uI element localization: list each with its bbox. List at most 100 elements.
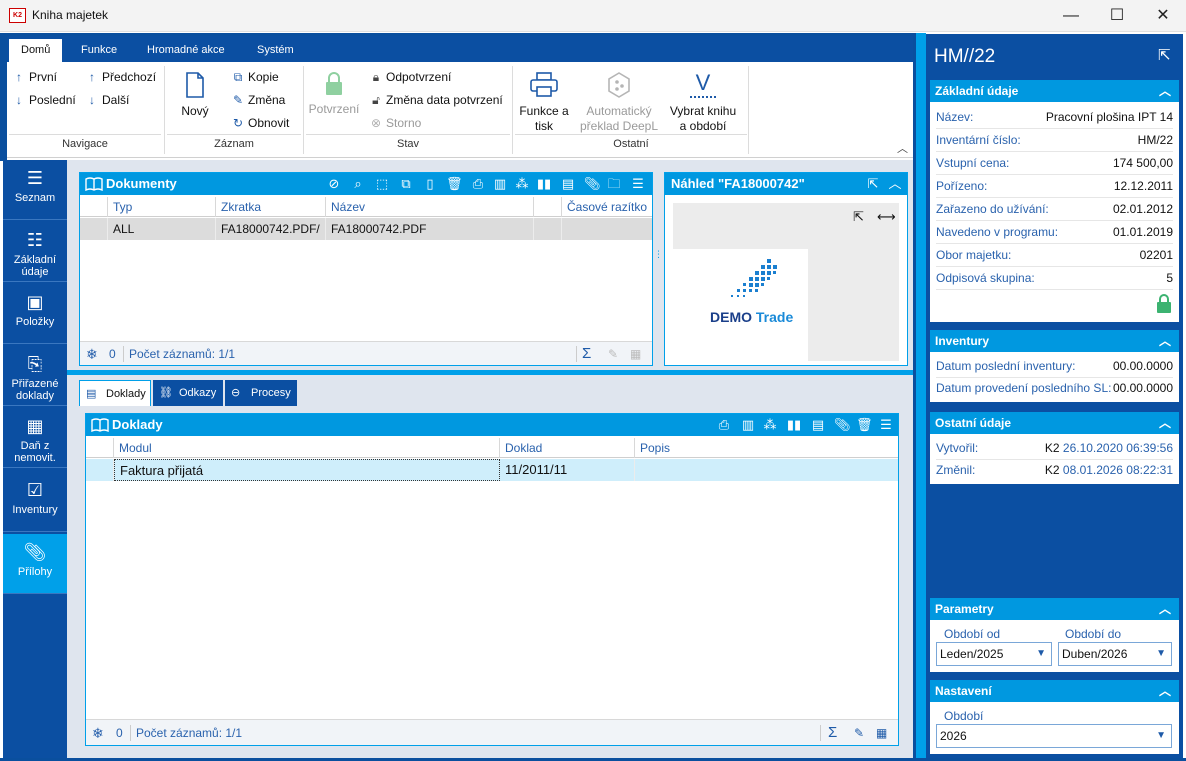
kopie-button[interactable]: ⧉ Kopie xyxy=(231,70,279,85)
splitter-horizontal[interactable] xyxy=(67,370,913,375)
collapse-ribbon-icon[interactable]: ︿ xyxy=(897,140,908,156)
funkce-a-tisk-button[interactable]: Funkce a tisk xyxy=(515,72,573,134)
tab-domu[interactable]: Domů xyxy=(9,39,63,62)
search-document-icon[interactable]: ⌕ xyxy=(350,176,366,192)
open-external-icon[interactable]: ⇱ xyxy=(853,209,864,225)
printer-icon[interactable]: ⎙ xyxy=(470,176,486,192)
paperclip-icon[interactable]: 📎︎ xyxy=(834,417,851,433)
pencil-icon[interactable]: ✎ xyxy=(854,720,864,746)
sidebar-item-prilohy[interactable]: 📎︎ Přílohy xyxy=(3,534,67,594)
dalsi-button[interactable]: ↓ Další xyxy=(85,93,129,107)
obdobi-do-select[interactable]: Duben/2026 ▼ xyxy=(1058,642,1172,666)
table-row[interactable]: Faktura přijatá 11/2011/11 xyxy=(86,459,898,481)
hierarchy-icon[interactable]: ⁂ xyxy=(762,417,778,433)
collapse-icon[interactable]: ︿ xyxy=(887,176,903,192)
open-external-icon[interactable]: ⇱ xyxy=(1158,46,1171,64)
splitter-vertical[interactable] xyxy=(916,33,926,758)
collapse-icon[interactable]: ︿ xyxy=(1159,680,1171,702)
storno-button[interactable]: ⊗ Storno xyxy=(369,116,421,130)
sidebar-item-polozky[interactable]: ▣ Položky xyxy=(3,284,67,344)
subtab-doklady[interactable]: ▤ Doklady xyxy=(79,380,151,406)
sidebar-item-dan-z-nemovitosti[interactable]: ▦ Daň z nemovit. xyxy=(3,408,67,468)
collapse-icon[interactable]: ︿ xyxy=(1159,412,1171,434)
tab-funkce[interactable]: Funkce xyxy=(69,39,129,62)
sidebar-item-inventury[interactable]: ☑ Inventury xyxy=(3,472,67,532)
deepl-icon xyxy=(608,72,630,98)
subtab-odkazy[interactable]: ⛓︎ Odkazy xyxy=(153,380,223,406)
chart-icon[interactable]: ▥ xyxy=(492,176,508,192)
minimize-button[interactable]: — xyxy=(1048,0,1094,32)
printer-icon[interactable]: ⎙ xyxy=(716,417,732,433)
cell-nazev: FA18000742.PDF xyxy=(326,218,534,240)
columns-icon[interactable]: ▮▮ xyxy=(536,176,552,192)
prvni-button[interactable]: ↑ První xyxy=(12,70,57,84)
snowflake-icon[interactable]: ❄ xyxy=(86,342,98,366)
column-header-nazev[interactable]: Název xyxy=(326,197,534,217)
chart-icon[interactable]: ▥ xyxy=(740,417,756,433)
automaticky-preklad-deepl-button[interactable]: Automatický překlad DeepL xyxy=(579,72,659,134)
novy-button[interactable]: Nový xyxy=(173,72,217,119)
collapse-icon[interactable]: ︿ xyxy=(1159,598,1171,620)
odpotvrzeni-button[interactable]: 🔒︎ Odpotvrzení xyxy=(369,70,452,85)
zmena-data-potvrzeni-button[interactable]: 🔓︎ Změna data potvrzení xyxy=(369,93,503,108)
column-header-typ[interactable]: Typ xyxy=(108,197,216,217)
filter-off-icon[interactable]: ⊘ xyxy=(326,176,342,192)
paperclip-icon[interactable]: 📎︎ xyxy=(584,176,601,192)
columns-icon[interactable]: ▮▮ xyxy=(786,417,802,433)
cell-typ: ALL xyxy=(108,218,216,240)
row-selector[interactable] xyxy=(80,218,108,240)
tab-system[interactable]: Systém xyxy=(245,39,306,62)
new-document-icon[interactable]: ▯ xyxy=(422,176,438,192)
nastaveni-header[interactable]: Nastavení ︿ xyxy=(930,680,1179,702)
zakladni-udaje-header[interactable]: Základní údaje ︿ xyxy=(930,80,1179,102)
collapse-icon[interactable]: ︿ xyxy=(1159,330,1171,352)
column-header-modul[interactable]: Modul xyxy=(114,438,500,458)
inventury-header[interactable]: Inventury ︿ xyxy=(930,330,1179,352)
trash-icon[interactable]: 🗑︎ xyxy=(856,417,873,433)
folder-icon[interactable]: 🗀︎ xyxy=(606,176,622,192)
edit-table-icon[interactable]: ▦ xyxy=(876,720,887,746)
column-header-blank[interactable] xyxy=(534,197,562,217)
copy-icon[interactable]: ⧉ xyxy=(398,176,414,192)
sidebar-item-zakladni-udaje[interactable]: ☷ Základní údaje xyxy=(3,222,67,282)
parametry-header[interactable]: Parametry ︿ xyxy=(930,598,1179,620)
predchozi-button[interactable]: ↑ Předchozí xyxy=(85,70,156,84)
obdobi-select[interactable]: 2026 ▼ xyxy=(936,724,1172,748)
column-header-doklad[interactable]: Doklad xyxy=(500,438,635,458)
sum-icon[interactable]: Σ xyxy=(582,342,591,366)
excel-export-icon[interactable]: ▤ xyxy=(810,417,826,433)
close-button[interactable]: ✕ xyxy=(1140,0,1186,32)
posledni-button[interactable]: ↓ Poslední xyxy=(12,93,76,107)
column-header-popis[interactable]: Popis xyxy=(635,438,898,458)
obnovit-button[interactable]: ↻ Obnovit xyxy=(231,116,289,130)
menu-icon[interactable]: ☰ xyxy=(630,176,646,192)
sum-icon[interactable]: Σ xyxy=(828,720,837,746)
vybrat-knihu-a-obdobi-button[interactable]: V Vybrat knihu a období xyxy=(663,72,743,134)
sidebar-item-seznam[interactable]: ☰ Seznam xyxy=(3,160,67,220)
column-header-zkratka[interactable]: Zkratka xyxy=(216,197,326,217)
menu-icon[interactable]: ☰ xyxy=(878,417,894,433)
trash-icon[interactable]: 🗑︎ xyxy=(446,176,463,192)
open-external-icon[interactable]: ⇱ xyxy=(865,176,881,192)
snowflake-icon[interactable]: ❄ xyxy=(92,720,104,746)
table-row[interactable]: ALL FA18000742.PDF/ FA18000742.PDF xyxy=(80,218,652,240)
tab-hromadne-akce[interactable]: Hromadné akce xyxy=(135,39,237,62)
ostatni-udaje-header[interactable]: Ostatní údaje ︿ xyxy=(930,412,1179,434)
fit-width-icon[interactable]: ⟷ xyxy=(877,209,896,225)
potvrzeni-button[interactable]: Potvrzení xyxy=(307,72,361,117)
hierarchy-icon[interactable]: ⁂ xyxy=(514,176,530,192)
subtab-procesy[interactable]: ⊖ Procesy xyxy=(225,380,297,406)
select-icon[interactable]: ⬚ xyxy=(374,176,390,192)
row-selector[interactable] xyxy=(86,459,114,481)
pencil-icon[interactable]: ✎ xyxy=(608,342,618,366)
zmena-button[interactable]: ✎ Změna xyxy=(231,93,285,107)
edit-table-icon[interactable]: ▦ xyxy=(630,342,641,366)
column-header-casove-razitko[interactable]: Časové razítko xyxy=(562,197,652,217)
collapse-icon[interactable]: ︿ xyxy=(1159,80,1171,102)
maximize-button[interactable]: ☐ xyxy=(1094,0,1140,32)
sidebar-item-prirazene-doklady[interactable]: ⎘ Přiřazené doklady xyxy=(3,346,67,406)
excel-export-icon[interactable]: ▤ xyxy=(560,176,576,192)
refresh-icon: ↻ xyxy=(232,116,244,130)
splitter-grip-icon[interactable]: ⋮ xyxy=(654,250,663,280)
obdobi-od-select[interactable]: Leden/2025 ▼ xyxy=(936,642,1052,666)
